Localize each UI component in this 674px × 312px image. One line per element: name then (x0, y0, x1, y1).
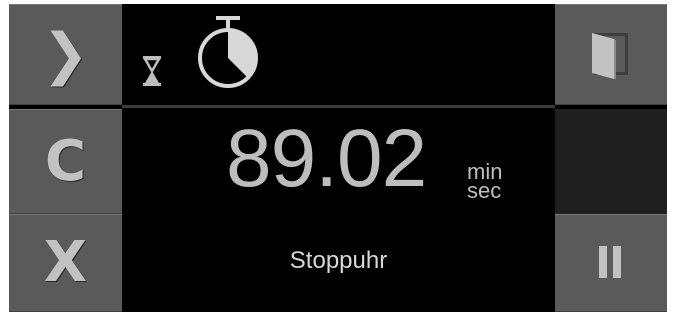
pause-icon (599, 246, 621, 278)
pause-button[interactable] (555, 214, 667, 312)
hourglass-icon (142, 56, 162, 86)
close-icon: X (43, 230, 88, 295)
clear-button[interactable]: C (9, 109, 122, 214)
elapsed-time: 89.02 (226, 113, 427, 204)
empty-slot (555, 109, 667, 214)
stopwatch-icon (198, 16, 258, 88)
forward-button[interactable]: ❯ (9, 4, 122, 105)
stopwatch-panel: ❯ C X 89.02 min sec Stoppuhr (9, 4, 667, 312)
display-divider (122, 105, 555, 108)
mode-label: Stoppuhr (289, 247, 388, 274)
exit-button[interactable] (555, 4, 667, 105)
unit-sec-label: sec (467, 178, 502, 203)
chevron-right-icon: ❯ (42, 21, 89, 87)
close-button[interactable]: X (9, 214, 122, 312)
exit-door-icon (592, 32, 628, 79)
clear-icon: C (44, 128, 87, 194)
